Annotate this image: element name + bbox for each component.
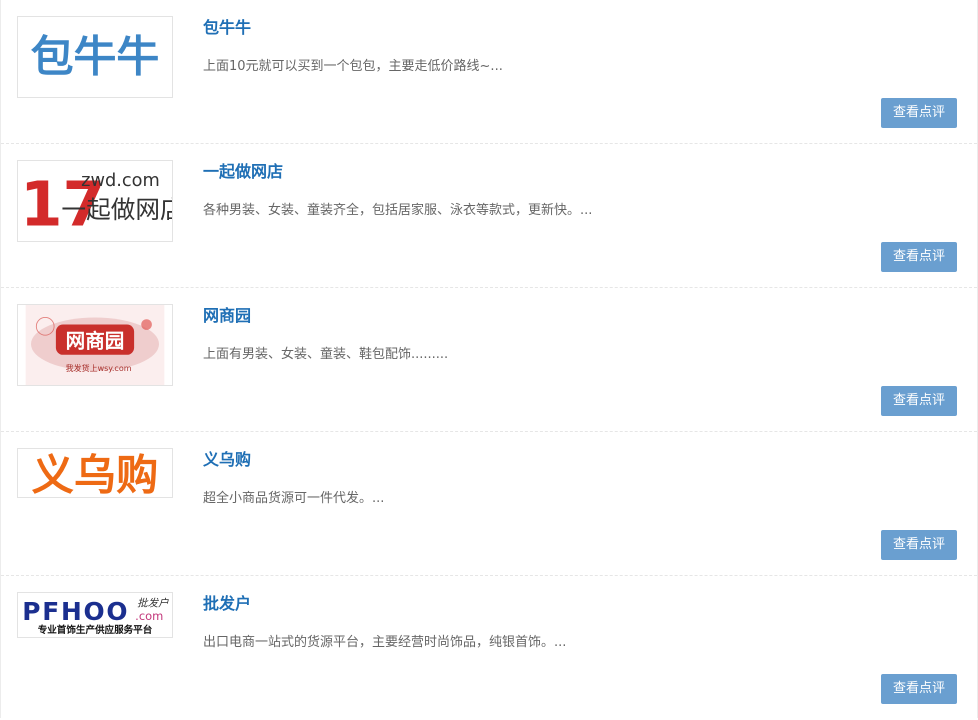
svg-text:义乌购: 义乌购 — [32, 450, 159, 497]
pfhoo-logo: PFHOO 批发户 .com 专业首饰生产供应服务平台 — [22, 597, 169, 636]
store-logo[interactable]: 包牛牛 — [17, 16, 173, 98]
store-title[interactable]: 包牛牛 — [203, 18, 251, 38]
svg-text:网商园: 网商园 — [66, 330, 125, 353]
store-logo[interactable]: 义乌购 — [17, 448, 173, 498]
list-item: 17 zwd.com 一起做网店 一起做网店 各种男装、女装、童装齐全，包括居家… — [1, 144, 977, 288]
store-title[interactable]: 一起做网店 — [203, 162, 283, 182]
store-title[interactable]: 义乌购 — [203, 450, 251, 470]
list-item: 包牛牛 包牛牛 上面10元就可以买到一个包包，主要走低价路线~... 查看点评 — [1, 0, 977, 144]
view-review-button[interactable]: 查看点评 — [881, 386, 957, 416]
wangshangyuan-logo: 网商园 我发货上wsy.com — [25, 305, 165, 385]
store-description: 各种男装、女装、童装齐全，包括居家服、泳衣等款式，更新快。... — [203, 203, 593, 218]
list-item: PFHOO 批发户 .com 专业首饰生产供应服务平台 批发户 出口电商一站式的… — [1, 576, 977, 720]
store-list: 包牛牛 包牛牛 上面10元就可以买到一个包包，主要走低价路线~... 查看点评 … — [0, 0, 978, 718]
svg-text:.com: .com — [135, 609, 163, 623]
store-description: 出口电商一站式的货源平台，主要经营时尚饰品，纯银首饰。... — [203, 635, 567, 650]
yiwugou-logo: 义乌购 — [32, 450, 159, 497]
svg-text:专业首饰生产供应服务平台: 专业首饰生产供应服务平台 — [38, 624, 153, 636]
svg-text:我发货上wsy.com: 我发货上wsy.com — [66, 363, 132, 373]
store-title[interactable]: 批发户 — [203, 594, 251, 614]
svg-text:包牛牛: 包牛牛 — [31, 33, 160, 83]
view-review-button[interactable]: 查看点评 — [881, 98, 957, 128]
store-description: 上面有男装、女装、童装、鞋包配饰......... — [203, 347, 449, 362]
list-item: 网商园 我发货上wsy.com 网商园 上面有男装、女装、童装、鞋包配饰....… — [1, 288, 977, 432]
view-review-button[interactable]: 查看点评 — [881, 242, 957, 272]
svg-text:PFHOO: PFHOO — [22, 597, 127, 626]
17zwd-logo: 17 zwd.com 一起做网店 — [20, 170, 172, 241]
view-review-button[interactable]: 查看点评 — [881, 674, 957, 704]
svg-text:一起做网店: 一起做网店 — [61, 195, 172, 224]
store-logo[interactable]: 网商园 我发货上wsy.com — [17, 304, 173, 386]
view-review-button[interactable]: 查看点评 — [881, 530, 957, 560]
baoniuniu-logo: 包牛牛 — [31, 33, 160, 83]
store-description: 超全小商品货源可一件代发。... — [203, 491, 385, 506]
store-description: 上面10元就可以买到一个包包，主要走低价路线~... — [203, 59, 503, 74]
store-logo[interactable]: 17 zwd.com 一起做网店 — [17, 160, 173, 242]
svg-text:zwd.com: zwd.com — [81, 171, 160, 191]
svg-text:批发户: 批发户 — [137, 597, 169, 609]
store-title[interactable]: 网商园 — [203, 306, 251, 326]
store-logo[interactable]: PFHOO 批发户 .com 专业首饰生产供应服务平台 — [17, 592, 173, 638]
list-item: 义乌购 义乌购 超全小商品货源可一件代发。... 查看点评 — [1, 432, 977, 576]
